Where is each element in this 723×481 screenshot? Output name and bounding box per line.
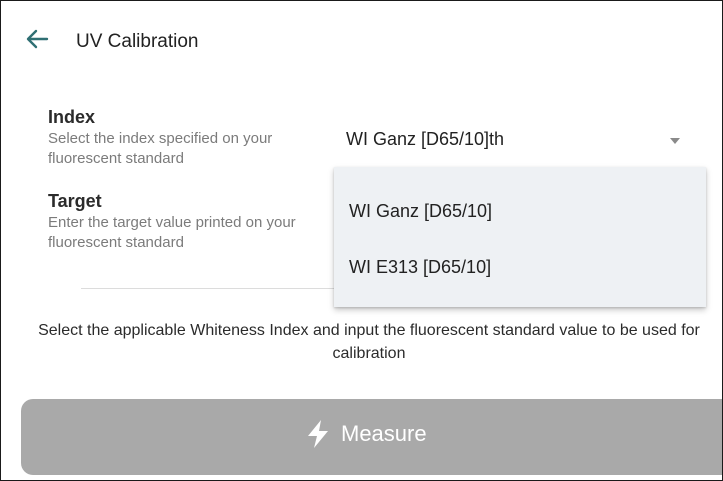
target-label-block: Target Enter the target value printed on… (48, 191, 313, 253)
menu-option-wi-ganz[interactable]: WI Ganz [D65/10] (334, 187, 706, 237)
page-title: UV Calibration (76, 31, 199, 52)
measure-button[interactable]: Measure (21, 399, 722, 475)
lightning-bolt-icon (308, 420, 328, 448)
index-description: Select the index specified on your fluor… (48, 130, 273, 167)
calibration-hint: Select the applicable Whiteness Index an… (38, 322, 700, 362)
back-button[interactable] (23, 25, 51, 53)
target-description: Enter the target value printed on your f… (48, 214, 296, 251)
index-label: Index (48, 107, 96, 127)
uv-calibration-screen: UV Calibration Index Select the index sp… (0, 0, 723, 481)
index-select[interactable]: WI Ganz [D65/10]th (334, 111, 706, 168)
index-label-block: Index Select the index specified on your… (48, 107, 323, 169)
menu-option-wi-e313[interactable]: WI E313 [D65/10] (334, 243, 706, 293)
target-label: Target (48, 191, 102, 211)
target-input-underline (81, 288, 334, 289)
index-selected-value: WI Ganz [D65/10]th (346, 129, 505, 149)
menu-option-label: WI E313 [D65/10] (349, 257, 492, 277)
app-bar: UV Calibration (1, 1, 722, 81)
measure-button-label: Measure (341, 421, 427, 446)
measure-button-content: Measure (305, 419, 427, 449)
menu-option-label: WI Ganz [D65/10] (349, 201, 493, 221)
arrow-left-icon (26, 29, 49, 49)
index-options-menu: WI Ganz [D65/10] WI E313 [D65/10] (334, 167, 706, 307)
dropdown-caret-icon (670, 138, 680, 144)
